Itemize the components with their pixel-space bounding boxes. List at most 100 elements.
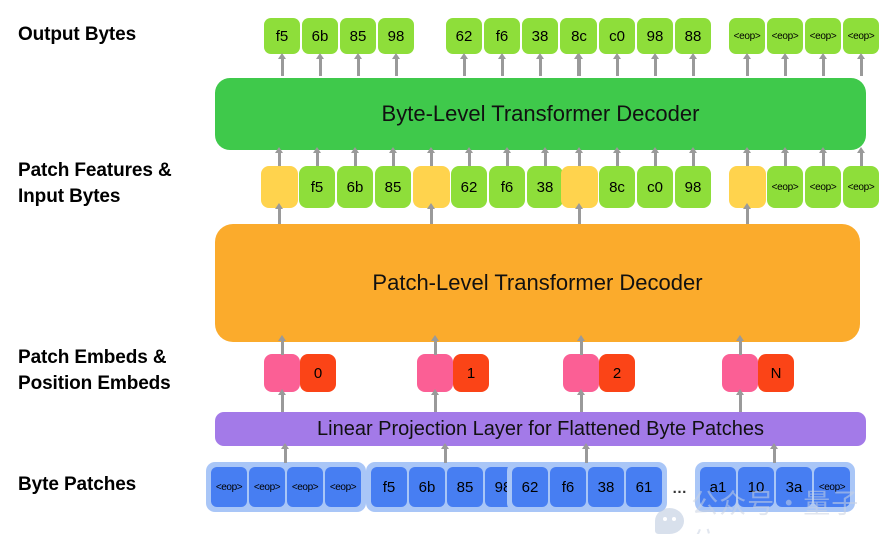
arrow-projection-to-patch-embed: [579, 394, 583, 412]
arrow-decoder-to-output-byte: [691, 58, 695, 76]
arrow-projection-to-patch-embed: [738, 394, 742, 412]
arrow-decoder-to-output-byte: [821, 58, 825, 76]
input-byte-cell: <eop>: [805, 166, 841, 208]
position-embed-cell: 2: [599, 354, 635, 392]
arrow-input-byte-to-byte-decoder: [859, 152, 863, 166]
output-byte-cell: 98: [378, 18, 414, 54]
arrow-patch-feature-to-byte-decoder: [745, 152, 749, 166]
arrow-decoder-to-output-byte: [538, 58, 542, 76]
output-byte-cell: 98: [637, 18, 673, 54]
row-label-patch-embeds: Patch Embeds & Position Embeds: [18, 347, 171, 394]
diagram-canvas: Output Bytes Patch Features & Input Byte…: [0, 0, 882, 534]
output-byte-cell: c0: [599, 18, 635, 54]
input-byte-cell: 38: [527, 166, 563, 208]
byte-patch-cell: <eop>: [249, 467, 285, 507]
arrow-input-byte-to-byte-decoder: [543, 152, 547, 166]
byte-patch-cell: a1: [700, 467, 736, 507]
byte-patch-group: 62 f6 38 61: [507, 462, 667, 512]
input-byte-cell: <eop>: [767, 166, 803, 208]
byte-patch-cell: f5: [371, 467, 407, 507]
arrow-byte-patch-to-projection: [772, 448, 776, 463]
byte-patch-cell: f6: [550, 467, 586, 507]
patch-feature-cell: [261, 166, 298, 208]
arrow-decoder-to-output-byte: [280, 58, 284, 76]
patch-embed-cell: [264, 354, 300, 392]
arrow-decoder-to-output-byte: [783, 58, 787, 76]
patch-embed-cell: [722, 354, 758, 392]
input-byte-cell: c0: [637, 166, 673, 208]
position-embed-cell: 1: [453, 354, 489, 392]
arrow-patch-decoder-to-patch-feature: [577, 208, 581, 224]
output-byte-cell: 88: [675, 18, 711, 54]
byte-patch-cell: <eop>: [211, 467, 247, 507]
row-label-patch-features: Patch Features & Input Bytes: [18, 160, 172, 207]
linear-projection-layer-block: Linear Projection Layer for Flattened By…: [215, 412, 866, 446]
byte-patch-cell: <eop>: [814, 467, 850, 507]
byte-patch-group: <eop> <eop> <eop> <eop>: [206, 462, 366, 512]
arrow-decoder-to-output-byte: [653, 58, 657, 76]
patch-embed-cell: [563, 354, 599, 392]
byte-patch-cell: 6b: [409, 467, 445, 507]
input-byte-cell: 62: [451, 166, 487, 208]
arrow-patch-embed-to-patch-decoder: [579, 340, 583, 355]
output-byte-cell: 38: [522, 18, 558, 54]
patch-feature-cell: [561, 166, 598, 208]
arrow-patch-decoder-to-patch-feature: [429, 208, 433, 224]
arrow-patch-decoder-to-patch-feature: [277, 208, 281, 224]
input-byte-cell: <eop>: [843, 166, 879, 208]
byte-patch-cell: 10: [738, 467, 774, 507]
arrow-patch-feature-to-byte-decoder: [429, 152, 433, 166]
output-byte-cell: 6b: [302, 18, 338, 54]
arrow-decoder-to-output-byte: [500, 58, 504, 76]
input-byte-cell: f5: [299, 166, 335, 208]
arrow-decoder-to-output-byte: [615, 58, 619, 76]
arrow-input-byte-to-byte-decoder: [615, 152, 619, 166]
arrow-decoder-to-output-byte: [577, 58, 581, 76]
arrow-input-byte-to-byte-decoder: [315, 152, 319, 166]
arrow-input-byte-to-byte-decoder: [353, 152, 357, 166]
arrow-input-byte-to-byte-decoder: [391, 152, 395, 166]
input-byte-cell: 98: [675, 166, 711, 208]
arrow-input-byte-to-byte-decoder: [505, 152, 509, 166]
arrow-decoder-to-output-byte: [394, 58, 398, 76]
byte-patch-cell: 62: [512, 467, 548, 507]
output-byte-cell: <eop>: [805, 18, 841, 54]
output-byte-cell: f5: [264, 18, 300, 54]
byte-patch-cell: <eop>: [325, 467, 361, 507]
arrow-input-byte-to-byte-decoder: [653, 152, 657, 166]
arrow-byte-patch-to-projection: [443, 448, 447, 463]
arrow-input-byte-to-byte-decoder: [691, 152, 695, 166]
arrow-decoder-to-output-byte: [356, 58, 360, 76]
arrow-projection-to-patch-embed: [280, 394, 284, 412]
arrow-input-byte-to-byte-decoder: [783, 152, 787, 166]
arrow-patch-embed-to-patch-decoder: [280, 340, 284, 355]
arrow-patch-decoder-to-patch-feature: [745, 208, 749, 224]
position-embed-cell: N: [758, 354, 794, 392]
patch-level-transformer-decoder-block: Patch-Level Transformer Decoder: [215, 224, 860, 342]
input-byte-cell: 8c: [599, 166, 635, 208]
output-byte-cell: 85: [340, 18, 376, 54]
input-byte-cell: f6: [489, 166, 525, 208]
arrow-projection-to-patch-embed: [433, 394, 437, 412]
arrow-input-byte-to-byte-decoder: [467, 152, 471, 166]
byte-patch-cell: 38: [588, 467, 624, 507]
arrow-byte-patch-to-projection: [584, 448, 588, 463]
arrow-decoder-to-output-byte: [318, 58, 322, 76]
byte-patches-ellipsis: …: [672, 480, 688, 497]
arrow-byte-patch-to-projection: [283, 448, 287, 463]
input-byte-cell: 85: [375, 166, 411, 208]
byte-patch-group: a1 10 3a <eop>: [695, 462, 855, 512]
arrow-patch-embed-to-patch-decoder: [433, 340, 437, 355]
byte-level-transformer-decoder-block: Byte-Level Transformer Decoder: [215, 78, 866, 150]
arrow-decoder-to-output-byte: [462, 58, 466, 76]
byte-patch-cell: 85: [447, 467, 483, 507]
output-byte-cell: <eop>: [843, 18, 879, 54]
output-byte-cell: <eop>: [767, 18, 803, 54]
patch-feature-cell: [729, 166, 766, 208]
output-byte-cell: <eop>: [729, 18, 765, 54]
patch-feature-cell: [413, 166, 450, 208]
output-byte-cell: f6: [484, 18, 520, 54]
output-byte-cell: 8c: [561, 18, 597, 54]
byte-patch-cell: 61: [626, 467, 662, 507]
patch-embed-cell: [417, 354, 453, 392]
